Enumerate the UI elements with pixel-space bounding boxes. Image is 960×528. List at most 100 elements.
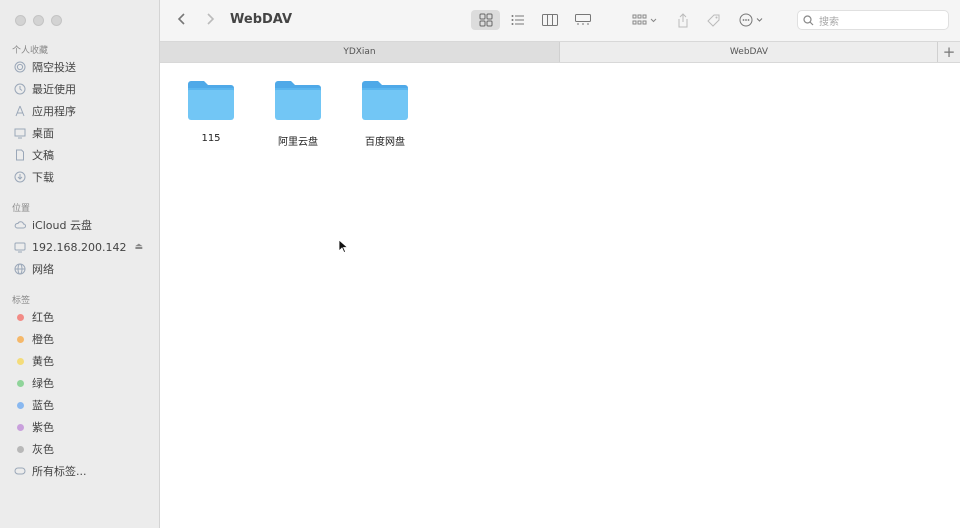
- tag-dot-icon: [17, 401, 24, 409]
- globe-icon: [14, 263, 26, 275]
- sidebar-item-label: 最近使用: [32, 83, 76, 96]
- icon-view-button[interactable]: [471, 10, 500, 30]
- list-icon: [511, 15, 524, 25]
- sidebar-item-tag-purple[interactable]: 紫色: [14, 418, 149, 436]
- sidebar-item-label: 橙色: [32, 333, 54, 346]
- search-placeholder: 搜索: [819, 16, 839, 28]
- group-button[interactable]: [628, 10, 662, 30]
- sidebar-item-label: 黄色: [32, 355, 54, 368]
- gallery-view-button[interactable]: [568, 10, 598, 30]
- sidebar-item-icloud[interactable]: iCloud 云盘: [14, 216, 149, 234]
- close-window-button[interactable]: [15, 15, 26, 26]
- tab-bar: YDXian WebDAV +: [160, 41, 960, 63]
- document-icon: [14, 149, 26, 161]
- sidebar-item-tag-green[interactable]: 绿色: [14, 374, 149, 392]
- list-view-button[interactable]: [504, 10, 532, 30]
- folder-item[interactable]: 115: [171, 78, 251, 144]
- more-actions-button[interactable]: [736, 10, 770, 30]
- tag-button[interactable]: [703, 10, 723, 30]
- window-controls: [15, 15, 62, 26]
- sidebar-item-airdrop[interactable]: 隔空投送: [14, 58, 149, 76]
- toolbar: WebDAV 搜索: [160, 0, 960, 41]
- columns-icon: [542, 14, 558, 26]
- tab-ydxian[interactable]: YDXian: [160, 42, 560, 62]
- forward-button[interactable]: [205, 11, 215, 31]
- sidebar-item-label: 网络: [32, 263, 54, 276]
- sidebar-item-all-tags[interactable]: 所有标签...: [14, 462, 149, 480]
- column-view-button[interactable]: [536, 10, 564, 30]
- sidebar-item-desktop[interactable]: 桌面: [14, 124, 149, 142]
- sidebar-item-label: 灰色: [32, 443, 54, 456]
- zoom-window-button[interactable]: [51, 15, 62, 26]
- new-tab-button[interactable]: +: [937, 42, 960, 62]
- finder-window: 个人收藏 隔空投送 最近使用 应用程序 桌面 文稿 下载 位置 iCloud 云…: [0, 0, 960, 528]
- file-browser: 115 阿里云盘 百度网盘: [160, 63, 960, 528]
- sidebar-item-tag-red[interactable]: 红色: [14, 308, 149, 326]
- sidebar-item-label: 红色: [32, 311, 54, 324]
- gallery-icon: [575, 14, 591, 25]
- sidebar-item-label: 蓝色: [32, 399, 54, 412]
- clock-icon: [14, 83, 26, 95]
- tag-icon: [706, 14, 719, 27]
- chevron-left-icon: [177, 13, 185, 25]
- group-grid-icon: [632, 14, 657, 25]
- sidebar-item-label: 下载: [32, 171, 54, 184]
- sidebar-item-downloads[interactable]: 下载: [14, 168, 149, 186]
- tag-dot-icon: [17, 445, 24, 453]
- share-button[interactable]: [674, 10, 692, 30]
- plus-icon: +: [942, 43, 956, 61]
- sidebar-item-network[interactable]: 网络: [14, 260, 149, 278]
- sidebar: 个人收藏 隔空投送 最近使用 应用程序 桌面 文稿 下载 位置 iCloud 云…: [0, 0, 160, 528]
- folder-name: 百度网盘: [365, 137, 405, 148]
- mouse-cursor-icon: [338, 239, 348, 254]
- sidebar-item-server[interactable]: 192.168.200.142 ⏏: [14, 238, 149, 256]
- search-icon: [803, 14, 814, 25]
- sidebar-item-label: 隔空投送: [32, 61, 76, 74]
- folder-icon: [188, 81, 234, 120]
- back-button[interactable]: [177, 11, 187, 31]
- sidebar-item-tag-yellow[interactable]: 黄色: [14, 352, 149, 370]
- sidebar-item-label: 所有标签...: [32, 465, 87, 478]
- sidebar-item-label: 192.168.200.142: [32, 240, 127, 254]
- eject-icon[interactable]: ⏏: [134, 242, 143, 252]
- search-field[interactable]: 搜索: [797, 10, 949, 30]
- sidebar-item-recents[interactable]: 最近使用: [14, 80, 149, 98]
- tag-dot-icon: [17, 379, 24, 387]
- sidebar-item-label: 桌面: [32, 127, 54, 140]
- applications-icon: [14, 105, 26, 117]
- folder-name: 115: [201, 133, 221, 144]
- tab-label: WebDAV: [729, 47, 769, 57]
- grid-icon: [479, 13, 492, 27]
- sidebar-item-label: 文稿: [32, 149, 54, 162]
- tags-section-title: 标签: [12, 296, 31, 306]
- chevron-right-icon: [207, 13, 215, 25]
- sidebar-item-applications[interactable]: 应用程序: [14, 102, 149, 120]
- sidebar-item-documents[interactable]: 文稿: [14, 146, 149, 164]
- tag-dot-icon: [17, 357, 24, 365]
- sidebar-item-tag-orange[interactable]: 橙色: [14, 330, 149, 348]
- sidebar-item-label: 绿色: [32, 377, 54, 390]
- folder-item[interactable]: 百度网盘: [345, 78, 425, 148]
- tag-dot-icon: [17, 423, 24, 431]
- download-icon: [14, 171, 26, 183]
- cloud-icon: [14, 219, 26, 231]
- sidebar-item-tag-gray[interactable]: 灰色: [14, 440, 149, 458]
- window-title: WebDAV: [230, 12, 293, 27]
- folder-name: 阿里云盘: [278, 137, 318, 148]
- folder-item[interactable]: 阿里云盘: [258, 78, 338, 148]
- tab-webdav[interactable]: WebDAV: [560, 42, 938, 62]
- folder-icon: [362, 81, 408, 120]
- favorites-section-title: 个人收藏: [12, 46, 49, 56]
- sidebar-item-tag-blue[interactable]: 蓝色: [14, 396, 149, 414]
- display-icon: [14, 241, 26, 253]
- sidebar-item-label: 紫色: [32, 421, 54, 434]
- desktop-icon: [14, 127, 26, 139]
- locations-section-title: 位置: [12, 204, 31, 214]
- sidebar-item-label: 应用程序: [32, 105, 76, 118]
- tag-outline-icon: [14, 465, 26, 477]
- sidebar-item-label: iCloud 云盘: [32, 219, 92, 232]
- folder-icon: [275, 81, 321, 120]
- tab-label: YDXian: [343, 47, 376, 57]
- tag-dot-icon: [17, 313, 24, 321]
- minimize-window-button[interactable]: [33, 15, 44, 26]
